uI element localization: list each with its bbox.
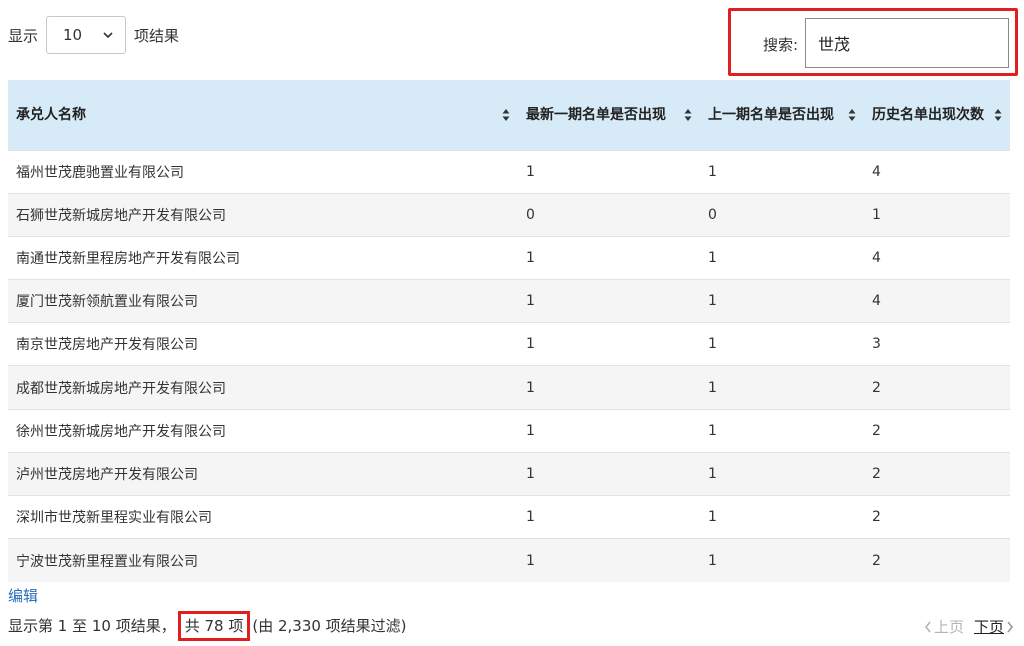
- cell-acceptor-name: 成都世茂新城房地产开发有限公司: [8, 365, 518, 410]
- table-row: 南京世茂房地产开发有限公司 1 1 3: [8, 322, 1010, 366]
- column-header-label: 历史名单出现次数: [872, 106, 984, 123]
- column-header-label: 最新一期名单是否出现: [526, 106, 666, 123]
- cell-history-count: 4: [864, 279, 1010, 323]
- chevron-left-icon: [924, 621, 931, 632]
- cell-latest-list: 1: [518, 451, 700, 496]
- info-total-highlight: 共 78 项: [177, 611, 251, 641]
- chevron-right-icon: [1007, 621, 1014, 632]
- cell-history-count: 3: [864, 322, 1010, 366]
- cell-previous-list: 0: [700, 192, 864, 237]
- table-row: 泸州世茂房地产开发有限公司 1 1 2: [8, 451, 1010, 496]
- search-label: 搜索:: [763, 36, 799, 54]
- column-header-acceptor-name[interactable]: 承兑人名称: [8, 80, 518, 150]
- cell-latest-list: 1: [518, 235, 700, 280]
- cell-acceptor-name: 深圳市世茂新里程实业有限公司: [8, 494, 518, 539]
- cell-previous-list: 1: [700, 494, 864, 539]
- cell-latest-list: 1: [518, 322, 700, 366]
- next-page-label: 下页: [973, 618, 1004, 636]
- sort-icon: [994, 108, 1002, 121]
- cell-acceptor-name: 福州世茂鹿驰置业有限公司: [8, 149, 518, 194]
- cell-history-count: 4: [864, 149, 1010, 194]
- cell-previous-list: 1: [700, 235, 864, 280]
- page-length-select[interactable]: 10: [46, 16, 127, 54]
- cell-history-count: 2: [864, 451, 1010, 496]
- cell-acceptor-name: 南京世茂房地产开发有限公司: [8, 322, 518, 366]
- info-range-text: 显示第 1 至 10 项结果，: [8, 617, 176, 635]
- datatable-page: 显示 10 项结果 搜索: 承兑人名称: [0, 0, 1024, 646]
- next-page-button[interactable]: 下页: [974, 616, 1014, 637]
- cell-latest-list: 1: [518, 494, 700, 539]
- sort-icon: [848, 108, 856, 121]
- column-header-label: 承兑人名称: [16, 106, 86, 123]
- cell-history-count: 2: [864, 365, 1010, 410]
- cell-previous-list: 1: [700, 322, 864, 366]
- cell-history-count: 4: [864, 235, 1010, 280]
- cell-history-count: 1: [864, 192, 1010, 237]
- cell-latest-list: 0: [518, 192, 700, 237]
- page-length-value: 10: [63, 26, 83, 44]
- table-row: 成都世茂新城房地产开发有限公司 1 1 2: [8, 365, 1010, 410]
- search-input[interactable]: [805, 18, 1009, 68]
- page-length-control: 显示 10 项结果: [8, 16, 179, 54]
- cell-history-count: 2: [864, 408, 1010, 453]
- results-table: 承兑人名称 最新一期名单是否出现 上一期名单是否出现 历史名单出现次数 福州世茂…: [8, 80, 1010, 582]
- table-row: 福州世茂鹿驰置业有限公司 1 1 4: [8, 149, 1010, 194]
- column-header-latest-list[interactable]: 最新一期名单是否出现: [518, 80, 700, 150]
- cell-previous-list: 1: [700, 408, 864, 453]
- column-header-history-count[interactable]: 历史名单出现次数: [864, 80, 1010, 150]
- cell-acceptor-name: 宁波世茂新里程置业有限公司: [8, 538, 518, 582]
- sort-icon: [684, 108, 692, 121]
- table-row: 石狮世茂新城房地产开发有限公司 0 0 1: [8, 192, 1010, 237]
- cell-latest-list: 1: [518, 365, 700, 410]
- cell-latest-list: 1: [518, 279, 700, 323]
- cell-previous-list: 1: [700, 279, 864, 323]
- cell-previous-list: 1: [700, 538, 864, 582]
- sort-icon: [502, 108, 510, 121]
- search-highlight-box: 搜索:: [728, 8, 1018, 76]
- table-row: 深圳市世茂新里程实业有限公司 1 1 2: [8, 494, 1010, 539]
- table-row: 南通世茂新里程房地产开发有限公司 1 1 4: [8, 235, 1010, 280]
- cell-history-count: 2: [864, 538, 1010, 582]
- cell-acceptor-name: 徐州世茂新城房地产开发有限公司: [8, 408, 518, 453]
- table-header-row: 承兑人名称 最新一期名单是否出现 上一期名单是否出现 历史名单出现次数: [8, 80, 1010, 150]
- cell-previous-list: 1: [700, 365, 864, 410]
- table-info: 显示第 1 至 10 项结果，共 78 项 (由 2,330 项结果过滤): [8, 611, 407, 641]
- cell-previous-list: 1: [700, 149, 864, 194]
- cell-latest-list: 1: [518, 149, 700, 194]
- prev-page-button[interactable]: 上页: [924, 616, 964, 637]
- table-row: 徐州世茂新城房地产开发有限公司 1 1 2: [8, 408, 1010, 453]
- cell-acceptor-name: 泸州世茂房地产开发有限公司: [8, 451, 518, 496]
- edit-link[interactable]: 编辑: [8, 585, 38, 606]
- prev-page-label: 上页: [933, 618, 964, 636]
- cell-acceptor-name: 石狮世茂新城房地产开发有限公司: [8, 192, 518, 237]
- table-row: 厦门世茂新领航置业有限公司 1 1 4: [8, 279, 1010, 323]
- cell-latest-list: 1: [518, 538, 700, 582]
- length-prefix: 显示: [8, 26, 39, 45]
- length-suffix: 项结果: [134, 26, 180, 45]
- chevron-down-icon: [103, 32, 113, 39]
- cell-acceptor-name: 南通世茂新里程房地产开发有限公司: [8, 235, 518, 280]
- cell-previous-list: 1: [700, 451, 864, 496]
- column-header-label: 上一期名单是否出现: [708, 106, 834, 123]
- column-header-previous-list[interactable]: 上一期名单是否出现: [700, 80, 864, 150]
- cell-acceptor-name: 厦门世茂新领航置业有限公司: [8, 279, 518, 323]
- info-filter-text: (由 2,330 项结果过滤): [252, 617, 407, 635]
- table-row: 宁波世茂新里程置业有限公司 1 1 2: [8, 538, 1010, 582]
- cell-latest-list: 1: [518, 408, 700, 453]
- cell-history-count: 2: [864, 494, 1010, 539]
- pagination: 上页 下页: [924, 616, 1014, 637]
